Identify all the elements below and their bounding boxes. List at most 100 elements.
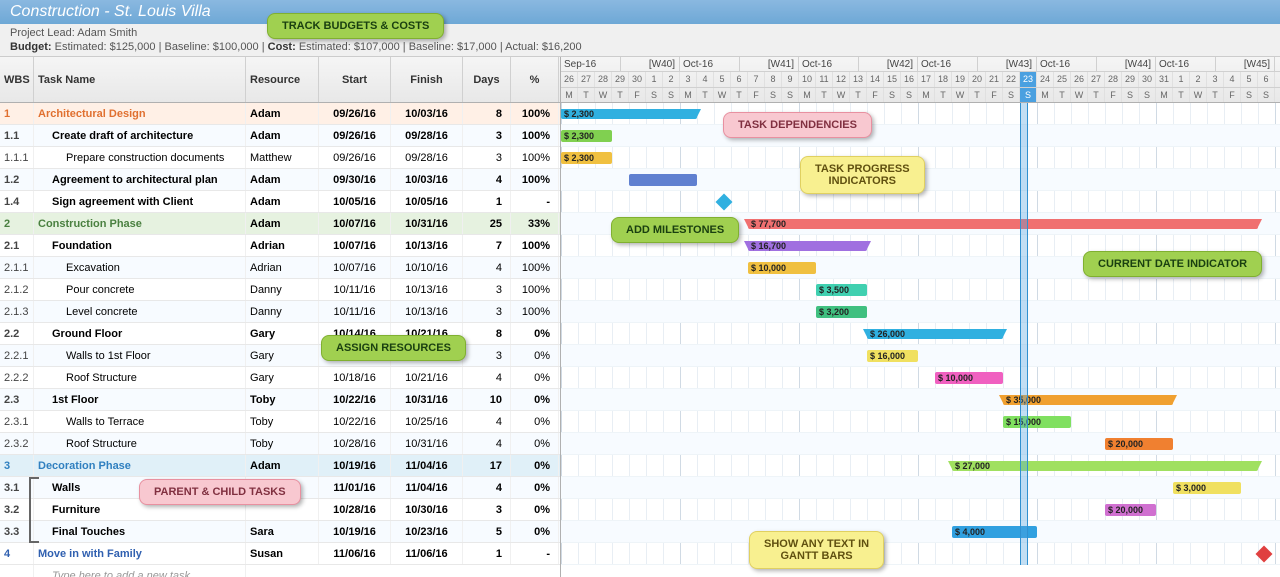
cell-start[interactable]: 11/01/16 bbox=[319, 477, 391, 498]
task-row[interactable]: 2.1FoundationAdrian10/07/1610/13/167100% bbox=[0, 235, 560, 257]
cell-finish[interactable]: 11/04/16 bbox=[391, 477, 463, 498]
cell-pct[interactable]: 100% bbox=[511, 257, 559, 278]
cell-start[interactable]: 09/26/16 bbox=[319, 103, 391, 124]
cell-wbs[interactable]: 1 bbox=[0, 103, 34, 124]
cell-days[interactable]: 8 bbox=[463, 103, 511, 124]
gantt-bar[interactable]: $ 2,300 bbox=[561, 152, 612, 164]
cell-days[interactable]: 3 bbox=[463, 301, 511, 322]
cell-finish[interactable]: 10/23/16 bbox=[391, 521, 463, 542]
task-row[interactable]: 2.31st FloorToby10/22/1610/31/16100% bbox=[0, 389, 560, 411]
gantt-bar[interactable]: $ 15,000 bbox=[1003, 416, 1071, 428]
cell-finish[interactable]: 10/31/16 bbox=[391, 433, 463, 454]
cell-start[interactable]: 10/22/16 bbox=[319, 389, 391, 410]
cell-start[interactable]: 10/22/16 bbox=[319, 411, 391, 432]
gantt-row[interactable]: $ 15,000 bbox=[561, 411, 1280, 433]
cell-wbs[interactable]: 2.1 bbox=[0, 235, 34, 256]
col-days[interactable]: Days bbox=[463, 57, 511, 102]
cell-resource[interactable]: Toby bbox=[246, 411, 319, 432]
gantt-bar[interactable]: $ 2,300 bbox=[561, 130, 612, 142]
cell-start[interactable]: 10/11/16 bbox=[319, 279, 391, 300]
task-row[interactable]: 2.3.1Walls to TerraceToby10/22/1610/25/1… bbox=[0, 411, 560, 433]
cell-pct[interactable]: 0% bbox=[511, 367, 559, 388]
gantt-bar[interactable]: $ 16,000 bbox=[867, 350, 918, 362]
gantt-bar[interactable]: $ 10,000 bbox=[748, 262, 816, 274]
col-finish[interactable]: Finish bbox=[391, 57, 463, 102]
cell-task[interactable]: Decoration Phase bbox=[34, 455, 246, 476]
gantt-bar[interactable]: $ 2,300 bbox=[561, 109, 697, 119]
task-row[interactable]: 2.1.1ExcavationAdrian10/07/1610/10/16410… bbox=[0, 257, 560, 279]
cell-pct[interactable]: 0% bbox=[511, 499, 559, 520]
gantt-bar[interactable]: $ 10,000 bbox=[935, 372, 1003, 384]
gantt-row[interactable]: $ 2,300 bbox=[561, 125, 1280, 147]
cell-pct[interactable]: 100% bbox=[511, 279, 559, 300]
gantt-panel[interactable]: Sep-16[W40]Oct-16[W41]Oct-16[W42]Oct-16[… bbox=[561, 57, 1280, 577]
cell-days[interactable]: 8 bbox=[463, 323, 511, 344]
col-start[interactable]: Start bbox=[319, 57, 391, 102]
cell-pct[interactable]: 100% bbox=[511, 125, 559, 146]
cell-wbs[interactable]: 2.2.1 bbox=[0, 345, 34, 366]
gantt-bar[interactable]: $ 3,200 bbox=[816, 306, 867, 318]
cell-start[interactable]: 10/07/16 bbox=[319, 235, 391, 256]
cell-resource[interactable]: Danny bbox=[246, 301, 319, 322]
cell-pct[interactable]: 0% bbox=[511, 477, 559, 498]
cell-task[interactable]: Architectural Design bbox=[34, 103, 246, 124]
grid-body[interactable]: 1Architectural DesignAdam09/26/1610/03/1… bbox=[0, 103, 560, 577]
cell-start[interactable]: 10/05/16 bbox=[319, 191, 391, 212]
gantt-bar[interactable]: $ 27,000 bbox=[952, 461, 1258, 471]
cell-pct[interactable]: 0% bbox=[511, 389, 559, 410]
cell-task[interactable]: Pour concrete bbox=[34, 279, 246, 300]
cell-days[interactable]: 5 bbox=[463, 521, 511, 542]
task-row[interactable]: 2.2.2Roof StructureGary10/18/1610/21/164… bbox=[0, 367, 560, 389]
milestone-diamond[interactable] bbox=[716, 194, 733, 211]
cell-days[interactable]: 3 bbox=[463, 125, 511, 146]
gantt-row[interactable]: $ 3,500 bbox=[561, 279, 1280, 301]
cell-wbs[interactable]: 2.3.1 bbox=[0, 411, 34, 432]
task-row[interactable]: 1.1Create draft of architectureAdam09/26… bbox=[0, 125, 560, 147]
cell-task[interactable]: Roof Structure bbox=[34, 433, 246, 454]
cell-finish[interactable]: 10/25/16 bbox=[391, 411, 463, 432]
cell-pct[interactable]: 0% bbox=[511, 411, 559, 432]
col-task[interactable]: Task Name bbox=[34, 57, 246, 102]
gantt-bar[interactable] bbox=[629, 174, 697, 186]
task-row[interactable]: 3.3Final TouchesSara10/19/1610/23/1650% bbox=[0, 521, 560, 543]
cell-start[interactable]: 10/18/16 bbox=[319, 367, 391, 388]
cell-finish[interactable]: 10/10/16 bbox=[391, 257, 463, 278]
gantt-row[interactable]: $ 3,000 bbox=[561, 477, 1280, 499]
cell-task[interactable]: Level concrete bbox=[34, 301, 246, 322]
cell-pct[interactable]: 100% bbox=[511, 103, 559, 124]
cell-days[interactable]: 4 bbox=[463, 367, 511, 388]
cell-resource[interactable]: Adam bbox=[246, 191, 319, 212]
cell-start[interactable]: 11/06/16 bbox=[319, 543, 391, 564]
cell-wbs[interactable]: 2.3.2 bbox=[0, 433, 34, 454]
cell-wbs[interactable]: 4 bbox=[0, 543, 34, 564]
task-row[interactable]: 1.2Agreement to architectural planAdam09… bbox=[0, 169, 560, 191]
cell-resource[interactable]: Sara bbox=[246, 521, 319, 542]
cell-resource[interactable]: Gary bbox=[246, 323, 319, 344]
gantt-row[interactable]: $ 3,200 bbox=[561, 301, 1280, 323]
cell-task[interactable]: Agreement to architectural plan bbox=[34, 169, 246, 190]
cell-resource[interactable]: Adam bbox=[246, 455, 319, 476]
cell-pct[interactable]: - bbox=[511, 191, 559, 212]
cell-finish[interactable]: 10/13/16 bbox=[391, 301, 463, 322]
task-row[interactable]: 2Construction PhaseAdam10/07/1610/31/162… bbox=[0, 213, 560, 235]
cell-resource[interactable]: Adam bbox=[246, 213, 319, 234]
cell-task[interactable]: Walls to Terrace bbox=[34, 411, 246, 432]
cell-pct[interactable]: 0% bbox=[511, 433, 559, 454]
cell-days[interactable]: 4 bbox=[463, 433, 511, 454]
cell-finish[interactable]: 09/28/16 bbox=[391, 147, 463, 168]
cell-pct[interactable]: - bbox=[511, 543, 559, 564]
cell-finish[interactable]: 10/13/16 bbox=[391, 279, 463, 300]
cell-task[interactable]: Foundation bbox=[34, 235, 246, 256]
cell-task[interactable]: Final Touches bbox=[34, 521, 246, 542]
cell-finish[interactable]: 10/05/16 bbox=[391, 191, 463, 212]
gantt-bar[interactable]: $ 20,000 bbox=[1105, 438, 1173, 450]
cell-pct[interactable]: 0% bbox=[511, 455, 559, 476]
col-wbs[interactable]: WBS bbox=[0, 57, 34, 102]
cell-wbs[interactable]: 2.2 bbox=[0, 323, 34, 344]
cell-task[interactable]: Sign agreement with Client bbox=[34, 191, 246, 212]
cell-wbs[interactable]: 2.3 bbox=[0, 389, 34, 410]
gantt-row[interactable]: $ 2,300 bbox=[561, 103, 1280, 125]
cell-days[interactable]: 10 bbox=[463, 389, 511, 410]
cell-start[interactable]: 10/11/16 bbox=[319, 301, 391, 322]
task-row[interactable]: 2.1.3Level concreteDanny10/11/1610/13/16… bbox=[0, 301, 560, 323]
